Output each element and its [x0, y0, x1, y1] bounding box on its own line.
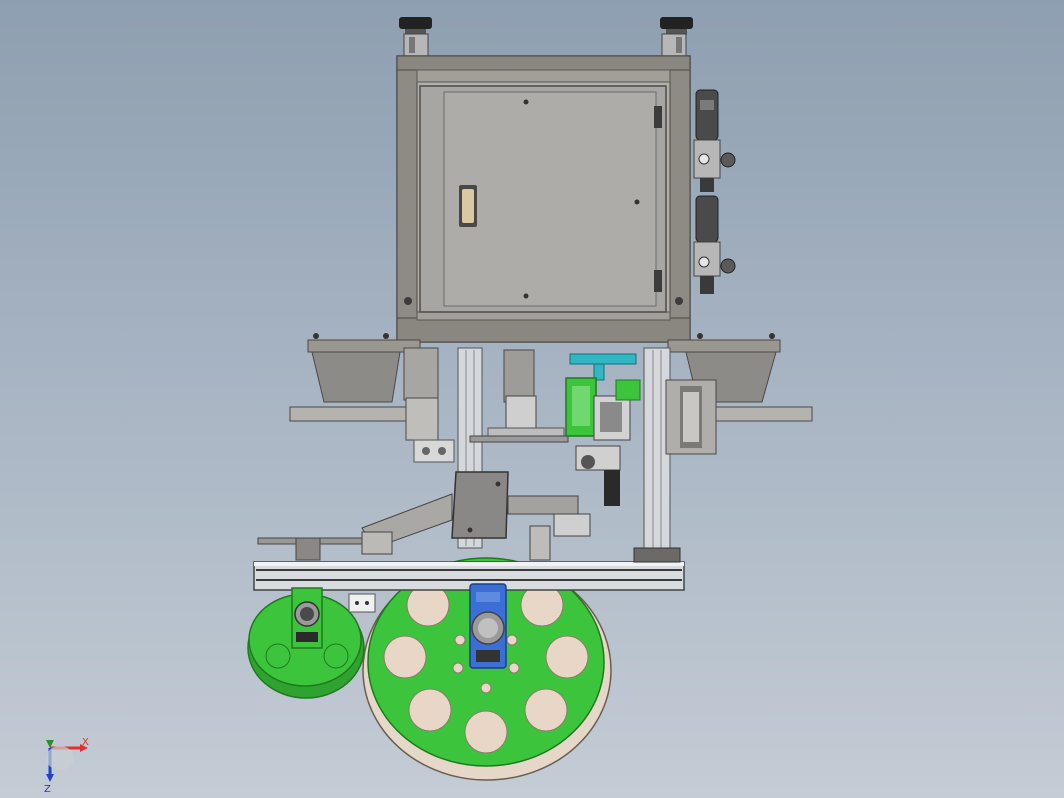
mini-connector-box[interactable]: [348, 593, 376, 613]
cad-viewport[interactable]: X Z: [0, 0, 1064, 798]
small-motor-left[interactable]: [291, 587, 323, 649]
door-hinge-bottom: [654, 270, 662, 292]
door-hinge-top: [654, 106, 662, 128]
horizontal-profile-beam[interactable]: [253, 561, 685, 591]
blue-motor[interactable]: [469, 583, 507, 669]
green-gripper-assembly[interactable]: [565, 377, 641, 441]
right-arm-bracket[interactable]: [507, 495, 591, 561]
slanted-arm[interactable]: [361, 493, 453, 555]
guide-block-right[interactable]: [665, 379, 717, 455]
triad-disc: [46, 746, 74, 770]
coordinate-triad: X Z: [44, 737, 89, 795]
center-slide-assembly[interactable]: [469, 349, 569, 443]
left-side-wing[interactable]: [289, 333, 421, 422]
dark-plate[interactable]: [451, 471, 509, 539]
x-axis-label: X: [82, 737, 89, 748]
small-motor-center[interactable]: [575, 445, 621, 506]
air-filter-regulator-upper[interactable]: [693, 89, 736, 192]
door-handle[interactable]: [459, 185, 477, 227]
leveling-foot-right[interactable]: [660, 17, 693, 57]
z-axis-label: Z: [44, 784, 51, 795]
cabinet-door[interactable]: [419, 85, 667, 313]
leveling-foot-left[interactable]: [399, 17, 432, 57]
left-actuator-block[interactable]: [403, 347, 455, 463]
air-filter-regulator-lower[interactable]: [693, 195, 736, 294]
dark-support-bar: [633, 547, 681, 563]
cyan-bracket[interactable]: [569, 353, 637, 381]
left-rail-arm[interactable]: [257, 537, 363, 561]
